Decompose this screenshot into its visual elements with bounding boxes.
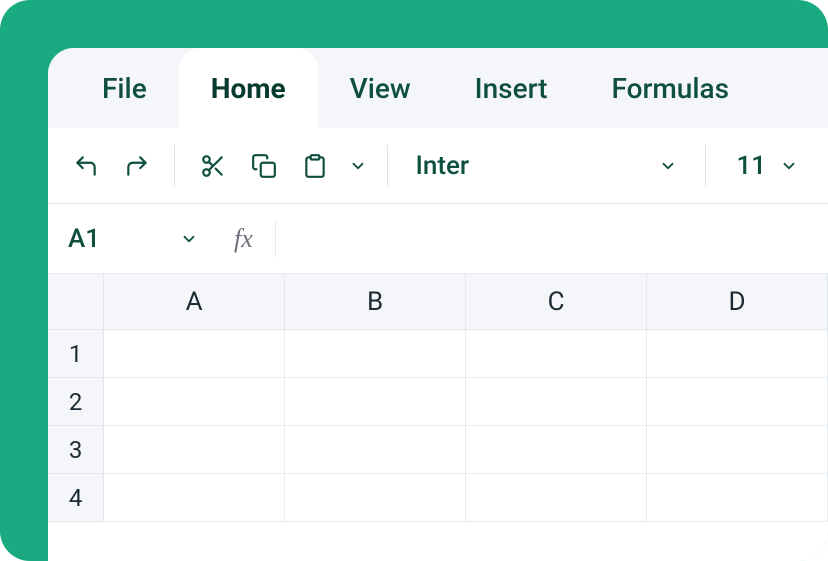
table-row: 3 [48,426,828,474]
font-size-value: 11 [736,151,766,181]
cell-a3[interactable] [104,426,285,474]
chevron-down-icon [780,157,798,175]
cell-c2[interactable] [466,378,647,426]
cell-b1[interactable] [285,330,466,378]
toolbar-separator [387,145,388,187]
column-header-b[interactable]: B [285,274,466,330]
cell-d3[interactable] [647,426,828,474]
name-box[interactable]: A1 [62,215,198,263]
cell-b3[interactable] [285,426,466,474]
cell-b2[interactable] [285,378,466,426]
cell-d4[interactable] [647,474,828,522]
font-size-select[interactable]: 11 [720,142,814,190]
paste-options-button[interactable] [343,142,373,190]
toolbar-separator [705,145,706,187]
cell-c3[interactable] [466,426,647,474]
table-row: 4 [48,474,828,522]
tab-file[interactable]: File [70,48,179,128]
ribbon-tabs: File Home View Insert Formulas [48,48,828,128]
chevron-down-icon [349,157,367,175]
column-header-d[interactable]: D [647,274,828,330]
column-header-a[interactable]: A [104,274,285,330]
cell-d1[interactable] [647,330,828,378]
chevron-down-icon [180,230,198,248]
cut-button[interactable] [189,142,236,190]
cell-d2[interactable] [647,378,828,426]
formula-bar: A1 fx [48,204,828,274]
spreadsheet-app: File Home View Insert Formulas [48,48,828,561]
tab-insert[interactable]: Insert [443,48,580,128]
cell-c4[interactable] [466,474,647,522]
paste-button[interactable] [292,142,339,190]
scissors-icon [200,153,226,179]
undo-icon [73,153,99,179]
cell-a4[interactable] [104,474,285,522]
cell-reference: A1 [68,224,100,254]
column-header-row: A B C D [48,274,828,330]
tab-home[interactable]: Home [179,48,318,128]
undo-button[interactable] [62,142,109,190]
cell-a2[interactable] [104,378,285,426]
cell-c1[interactable] [466,330,647,378]
cell-a1[interactable] [104,330,285,378]
copy-button[interactable] [241,142,288,190]
fx-label: fx [234,224,253,254]
toolbar: Inter 11 [48,128,828,204]
table-row: 1 [48,330,828,378]
redo-button[interactable] [113,142,160,190]
app-window-frame: File Home View Insert Formulas [0,0,828,561]
formula-separator [275,221,276,257]
clipboard-icon [302,153,328,179]
font-family-select[interactable]: Inter [401,142,691,190]
formula-input[interactable] [298,215,814,263]
column-header-c[interactable]: C [466,274,647,330]
row-header-2[interactable]: 2 [48,378,104,426]
redo-icon [124,153,150,179]
font-family-value: Inter [415,151,469,181]
tab-view[interactable]: View [318,48,443,128]
row-header-3[interactable]: 3 [48,426,104,474]
row-header-1[interactable]: 1 [48,330,104,378]
copy-icon [251,153,277,179]
select-all-corner[interactable] [48,274,104,330]
row-header-4[interactable]: 4 [48,474,104,522]
spreadsheet-grid: A B C D 1 2 3 [48,274,828,561]
cell-b4[interactable] [285,474,466,522]
chevron-down-icon [659,157,677,175]
toolbar-separator [174,145,175,187]
tab-formulas[interactable]: Formulas [580,48,762,128]
table-row: 2 [48,378,828,426]
